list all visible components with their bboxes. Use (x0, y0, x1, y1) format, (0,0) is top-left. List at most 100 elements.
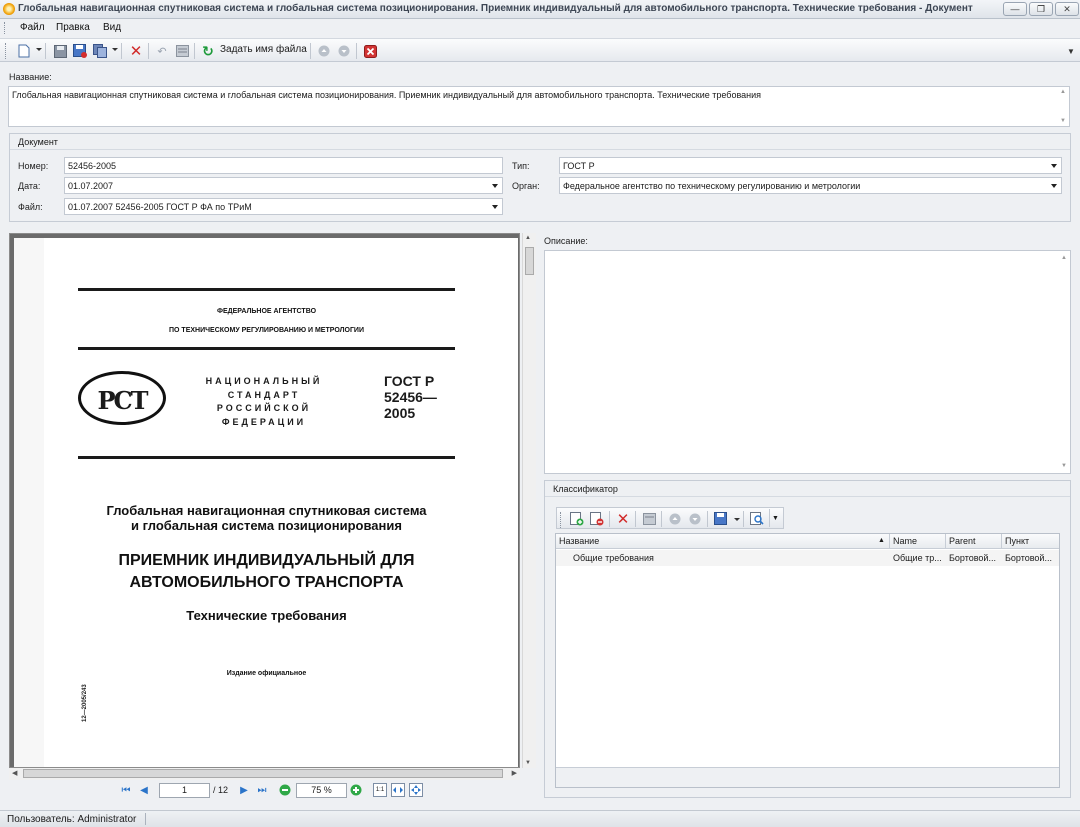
copy-dropdown-icon[interactable] (112, 48, 118, 51)
toolbar-overflow-icon[interactable]: ▼ (769, 509, 781, 527)
list-icon[interactable] (174, 43, 190, 59)
toolbar-separator (121, 43, 122, 59)
menu-view[interactable]: Вид (103, 22, 121, 33)
scroll-thumb[interactable] (525, 247, 534, 275)
column-header-item[interactable]: Пункт (1005, 536, 1029, 546)
move-up-icon[interactable] (667, 511, 683, 527)
previous-page-icon[interactable]: ◀ (137, 783, 151, 797)
table-row[interactable]: Общие требования Общие тр... Бортовой...… (556, 550, 1059, 566)
scroll-up-icon[interactable]: ▲ (525, 235, 531, 241)
type-label: Тип: (512, 161, 530, 171)
side-code: 12—2005/243 (82, 684, 88, 722)
number-field[interactable]: 52456-2005 (64, 157, 503, 174)
date-picker[interactable]: 01.07.2007 (64, 177, 503, 194)
delete-icon[interactable]: ✕ (615, 511, 631, 528)
set-filename-button[interactable]: Задать имя файла (220, 44, 307, 55)
fit-width-icon[interactable] (391, 783, 405, 797)
gost-line-2: 52456— (384, 389, 437, 405)
column-header-name[interactable]: Название (559, 536, 599, 546)
menu-file[interactable]: Файл (20, 22, 45, 33)
rst-logo-text: РСТ (97, 386, 148, 415)
search-icon[interactable] (749, 511, 765, 527)
column-header-name-en[interactable]: Name (893, 536, 917, 546)
first-page-icon[interactable]: ⏮ (119, 783, 133, 797)
zoom-in-icon[interactable] (349, 783, 363, 797)
toolbar-separator (743, 511, 744, 527)
column-separator[interactable] (889, 534, 890, 549)
close-document-icon[interactable] (362, 43, 378, 59)
scroll-down-icon[interactable]: ▼ (525, 760, 531, 766)
scroll-right-icon[interactable]: ▶ (512, 769, 517, 777)
next-page-icon[interactable]: ▶ (237, 783, 251, 797)
pdf-horizontal-scrollbar[interactable]: ◀ ▶ (9, 768, 520, 780)
grid-header: Название ▲ Name Parent Пункт (556, 534, 1059, 549)
refresh-icon[interactable]: ↻ (200, 43, 216, 59)
column-separator[interactable] (1001, 534, 1002, 549)
file-select[interactable]: 01.07.2007 52456-2005 ГОСТ Р ФА по ТРиМ (64, 198, 503, 215)
nat-std-line-3: РОССИЙСКОЙ (216, 403, 312, 413)
description-textarea[interactable]: ▲ ▼ (544, 250, 1071, 474)
list-icon[interactable] (641, 511, 657, 527)
standard-title-2: и глобальная система позиционирования (131, 518, 402, 533)
page-margin-strip (14, 238, 44, 767)
number-label: Номер: (18, 161, 49, 171)
remove-item-icon[interactable] (589, 511, 605, 527)
scroll-up-icon[interactable]: ▲ (1059, 89, 1067, 95)
cell-parent: Бортовой... (949, 553, 996, 563)
column-separator[interactable] (945, 534, 946, 549)
move-up-icon[interactable] (316, 43, 332, 59)
move-down-icon[interactable] (336, 43, 352, 59)
save-icon[interactable] (52, 43, 68, 59)
chevron-down-icon[interactable] (1051, 184, 1057, 188)
zoom-out-icon[interactable] (278, 783, 292, 797)
scroll-down-icon[interactable]: ▼ (1060, 463, 1068, 469)
classifier-group-title: Классификатор (545, 481, 1070, 497)
export-icon[interactable] (713, 511, 729, 527)
minimize-button[interactable]: — (1003, 2, 1027, 16)
type-select[interactable]: ГОСТ Р (559, 157, 1062, 174)
page-rule (78, 456, 455, 459)
menu-edit[interactable]: Правка (56, 22, 90, 33)
toolbar-separator (310, 43, 311, 59)
add-item-icon[interactable] (569, 511, 585, 527)
toolbar-separator (661, 511, 662, 527)
column-header-parent[interactable]: Parent (949, 536, 976, 546)
gost-line-3: 2005 (384, 405, 416, 421)
page-number-input[interactable]: 1 (159, 783, 210, 798)
fit-page-icon[interactable] (409, 783, 423, 797)
pdf-vertical-scrollbar[interactable]: ▲ ▼ (522, 233, 536, 768)
new-document-icon[interactable] (16, 43, 32, 59)
delete-icon[interactable]: ✕ (128, 43, 144, 60)
last-page-icon[interactable]: ⏭ (255, 783, 269, 797)
classifier-grid[interactable]: Название ▲ Name Parent Пункт Общие требо… (555, 533, 1060, 788)
org-select[interactable]: Федеральное агентство по техническому ре… (559, 177, 1062, 194)
chevron-down-icon[interactable] (492, 205, 498, 209)
move-down-icon[interactable] (687, 511, 703, 527)
toolbar-overflow-icon[interactable]: ▼ (1063, 43, 1079, 59)
new-dropdown-icon[interactable] (36, 48, 42, 51)
chevron-down-icon[interactable] (492, 184, 498, 188)
restore-button[interactable]: ❐ (1029, 2, 1053, 16)
toolbar-separator (707, 511, 708, 527)
nat-std-line-1: НАЦИОНАЛЬНЫЙ (205, 376, 323, 386)
scroll-up-icon[interactable]: ▲ (1060, 255, 1068, 261)
scroll-down-icon[interactable]: ▼ (1059, 118, 1067, 124)
chevron-down-icon[interactable] (1051, 164, 1057, 168)
toolbar-separator (609, 511, 610, 527)
undo-icon[interactable]: ↶ (154, 43, 170, 59)
file-value: 01.07.2007 52456-2005 ГОСТ Р ФА по ТРиМ (68, 202, 252, 212)
copy-icon[interactable] (92, 43, 108, 59)
zoom-input[interactable]: 75 % (296, 783, 347, 798)
close-button[interactable]: ✕ (1055, 2, 1079, 16)
toolbar-separator (45, 43, 46, 59)
name-textarea[interactable]: Глобальная навигационная спутниковая сис… (8, 86, 1070, 127)
name-value: Глобальная навигационная спутниковая сис… (12, 90, 762, 100)
page-total: / 12 (213, 785, 229, 795)
status-bar: Пользователь: Administrator (0, 810, 1080, 827)
actual-size-button[interactable]: 1:1 (373, 783, 387, 797)
scroll-left-icon[interactable]: ◀ (12, 769, 17, 777)
save-all-icon[interactable] (72, 43, 88, 59)
scroll-thumb[interactable] (23, 769, 503, 778)
pdf-viewer[interactable]: ФЕДЕРАЛЬНОЕ АГЕНТСТВО ПО ТЕХНИЧЕСКОМУ РЕ… (9, 233, 520, 768)
export-dropdown-icon[interactable] (734, 518, 740, 521)
